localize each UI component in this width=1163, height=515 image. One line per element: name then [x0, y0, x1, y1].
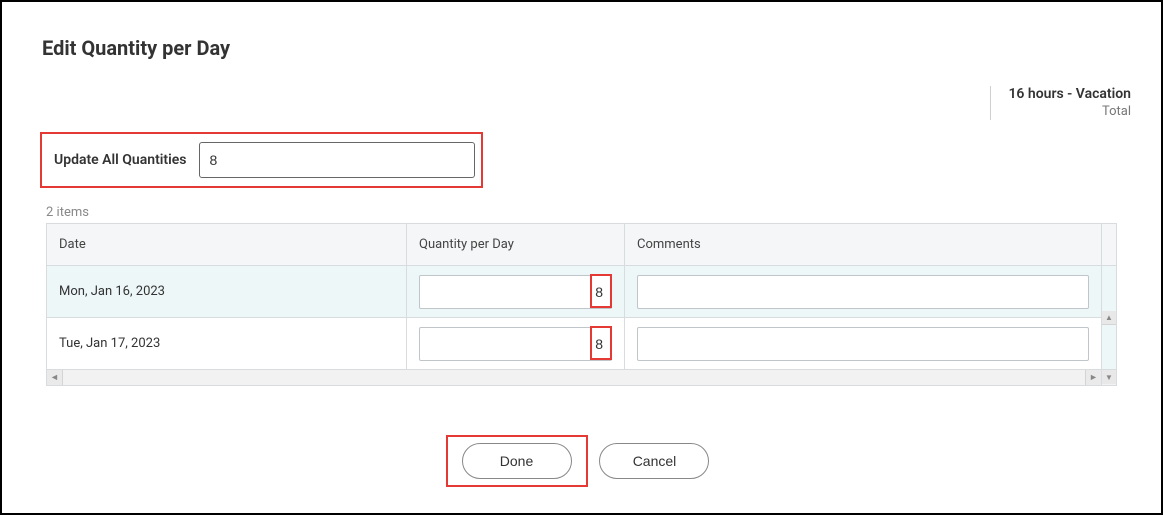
table-row: Mon, Jan 16, 2023 ▲	[47, 266, 1117, 318]
scrollbar-header	[1102, 224, 1117, 266]
col-date: Date	[47, 224, 407, 266]
summary-hours: 16 hours - Vacation	[1008, 86, 1131, 102]
table-row: Tue, Jan 17, 2023	[47, 318, 1117, 370]
col-comments: Comments	[625, 224, 1102, 266]
scroll-right-icon[interactable]: ►	[1085, 370, 1101, 385]
cell-qty	[407, 318, 625, 370]
scroll-down-icon[interactable]: ▼	[1102, 370, 1116, 384]
update-all-label: Update All Quantities	[48, 152, 199, 168]
cell-date: Tue, Jan 17, 2023	[47, 318, 407, 370]
scroll-up-icon[interactable]: ▲	[1102, 311, 1116, 325]
update-all-row: Update All Quantities	[40, 132, 483, 188]
col-qty: Quantity per Day	[407, 224, 625, 266]
qty-input[interactable]	[419, 327, 612, 361]
page-title: Edit Quantity per Day	[42, 36, 1131, 60]
qty-input[interactable]	[419, 275, 612, 309]
horizontal-scrollbar[interactable]: ◄ ►	[46, 370, 1102, 386]
quantity-table: Date Quantity per Day Comments Mon, Jan …	[46, 223, 1117, 386]
comment-input[interactable]	[637, 327, 1089, 361]
done-button[interactable]: Done	[462, 443, 572, 479]
dialog-footer: Done Cancel	[2, 435, 1161, 487]
vertical-scrollbar[interactable]: ▲	[1102, 266, 1117, 370]
summary-block: 16 hours - Vacation Total	[1008, 86, 1131, 119]
scroll-left-icon[interactable]: ◄	[47, 370, 63, 385]
comment-input[interactable]	[637, 275, 1089, 309]
cancel-button[interactable]: Cancel	[599, 443, 709, 479]
done-highlight: Done	[446, 435, 588, 487]
cell-date: Mon, Jan 16, 2023	[47, 266, 407, 318]
summary-divider	[990, 86, 991, 120]
update-all-input[interactable]	[199, 142, 475, 178]
cell-qty	[407, 266, 625, 318]
items-count: 2 items	[46, 205, 89, 220]
cell-comment	[625, 318, 1102, 370]
cell-comment	[625, 266, 1102, 318]
summary-total-label: Total	[1008, 104, 1131, 119]
